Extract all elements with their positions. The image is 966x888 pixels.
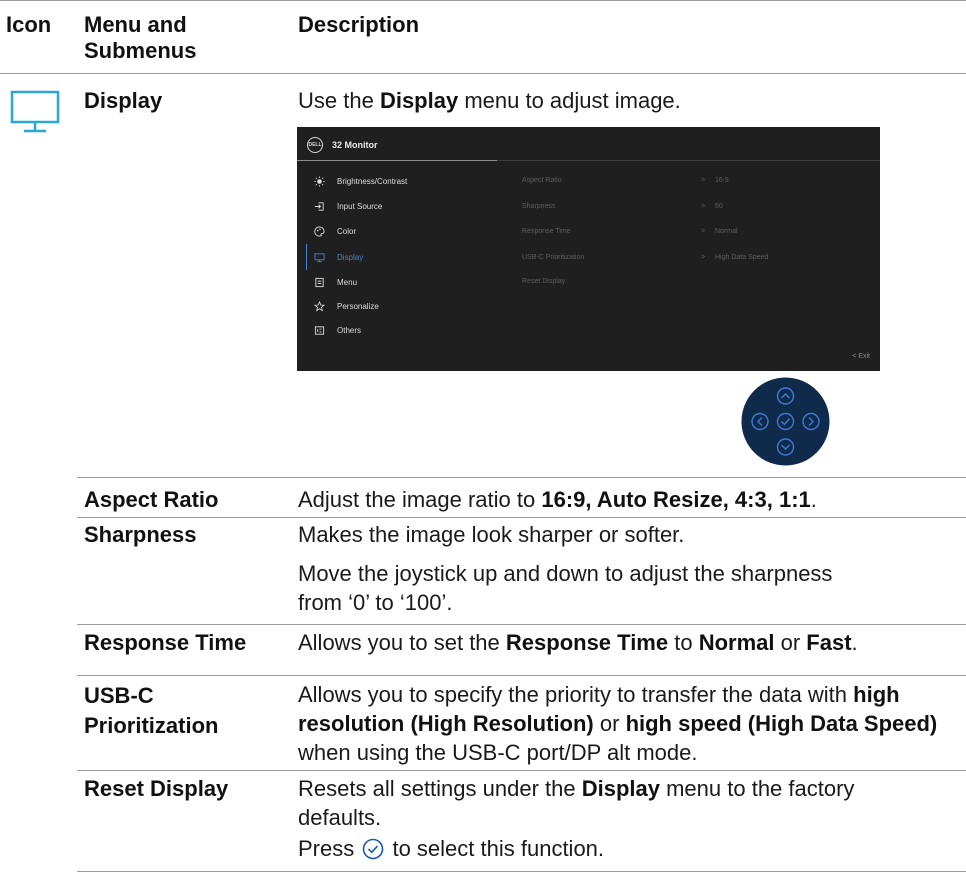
osd-option-arrow: >	[701, 177, 706, 184]
header-icon: Icon	[6, 12, 52, 37]
row-desc-sharpness-2: Move the joystick up and down to adjust …	[298, 561, 833, 615]
table-top-rule	[0, 0, 966, 1]
osd-exit: < Exit	[852, 353, 870, 360]
osd-menu-item-brightness-contrast: Brightness/Contrast	[313, 174, 407, 188]
row-rule	[77, 624, 966, 625]
row-rule	[77, 477, 966, 478]
palette-icon	[313, 225, 325, 237]
osd-option-value-response-time: Normal	[715, 228, 738, 235]
row-rule	[77, 675, 966, 676]
osd-option-value-aspect-ratio: 16:9	[715, 177, 729, 184]
osd-menu-item-display: Display	[313, 250, 363, 264]
menu-icon	[313, 276, 325, 288]
osd-menu-item-others: Others	[313, 323, 361, 337]
osd-option-sharpness: Sharpness	[522, 203, 556, 210]
row-label-sharpness: Sharpness	[84, 522, 197, 547]
input-icon	[313, 200, 325, 212]
osd-option-aspect-ratio: Aspect Ratio	[522, 177, 562, 184]
osd-option-value-usbc-prioritization: High Data Speed	[715, 254, 769, 261]
display-menu-label: Display	[84, 88, 163, 113]
row-label-reset-display: Reset Display	[84, 776, 229, 801]
osd-option-usbc-prioritization: USB-C Prioritization	[522, 254, 585, 261]
row-label-usbc-prioritization: USB-C Prioritization	[84, 683, 219, 738]
dell-logo: DELL	[307, 137, 323, 153]
row-desc-reset-display-press: Press to select this function.	[298, 836, 605, 861]
row-desc-reset-display: Resets all settings under the Display me…	[298, 776, 855, 830]
sun-icon	[313, 175, 325, 187]
others-icon	[313, 324, 325, 336]
monitor-icon	[313, 251, 325, 263]
row-desc-response-time: Allows you to set the Response Time to N…	[298, 630, 858, 655]
row-desc-usbc-prioritization: Allows you to specify the priority to tr…	[298, 682, 938, 765]
osd-selection-bar	[306, 244, 307, 270]
osd-option-response-time: Response Time	[522, 228, 571, 235]
osd-menu-item-personalize: Personalize	[313, 299, 379, 313]
row-label-response-time: Response Time	[84, 630, 247, 655]
osd-menu-item-color: Color	[313, 224, 356, 238]
row-desc-aspect-ratio: Adjust the image ratio to 16:9, Auto Res…	[298, 487, 817, 512]
check-circle-icon	[362, 838, 384, 860]
joystick-icon	[741, 377, 830, 466]
osd-title: 32 Monitor	[332, 140, 378, 150]
osd-option-reset-display: Reset Display	[522, 278, 566, 285]
osd-option-value-sharpness: 50	[715, 203, 723, 210]
row-label-aspect-ratio: Aspect Ratio	[84, 487, 219, 512]
osd-option-arrow: >	[701, 254, 706, 261]
header-description: Description	[298, 12, 420, 37]
header-bottom-rule	[0, 73, 966, 74]
osd-option-arrow: >	[701, 203, 706, 210]
osd-menu-item-input-source: Input Source	[313, 199, 382, 213]
osd-menu-item-menu: Menu	[313, 275, 357, 289]
osd-title-divider	[497, 160, 880, 161]
row-rule	[77, 517, 966, 518]
header-menu-and-submenus: Menu and Submenus	[84, 12, 197, 63]
monitor-icon	[10, 90, 62, 136]
row-rule	[77, 770, 966, 771]
star-icon	[313, 300, 325, 312]
display-menu-description: Use the Display menu to adjust image.	[298, 88, 681, 113]
osd-title-underline	[297, 160, 497, 161]
osd-menu-screenshot: DELL 32 Monitor Brightness/Contrast Inpu…	[297, 127, 880, 371]
osd-option-arrow: >	[701, 228, 706, 235]
table-bottom-rule	[77, 871, 966, 872]
row-desc-sharpness-1: Makes the image look sharper or softer.	[298, 522, 685, 547]
